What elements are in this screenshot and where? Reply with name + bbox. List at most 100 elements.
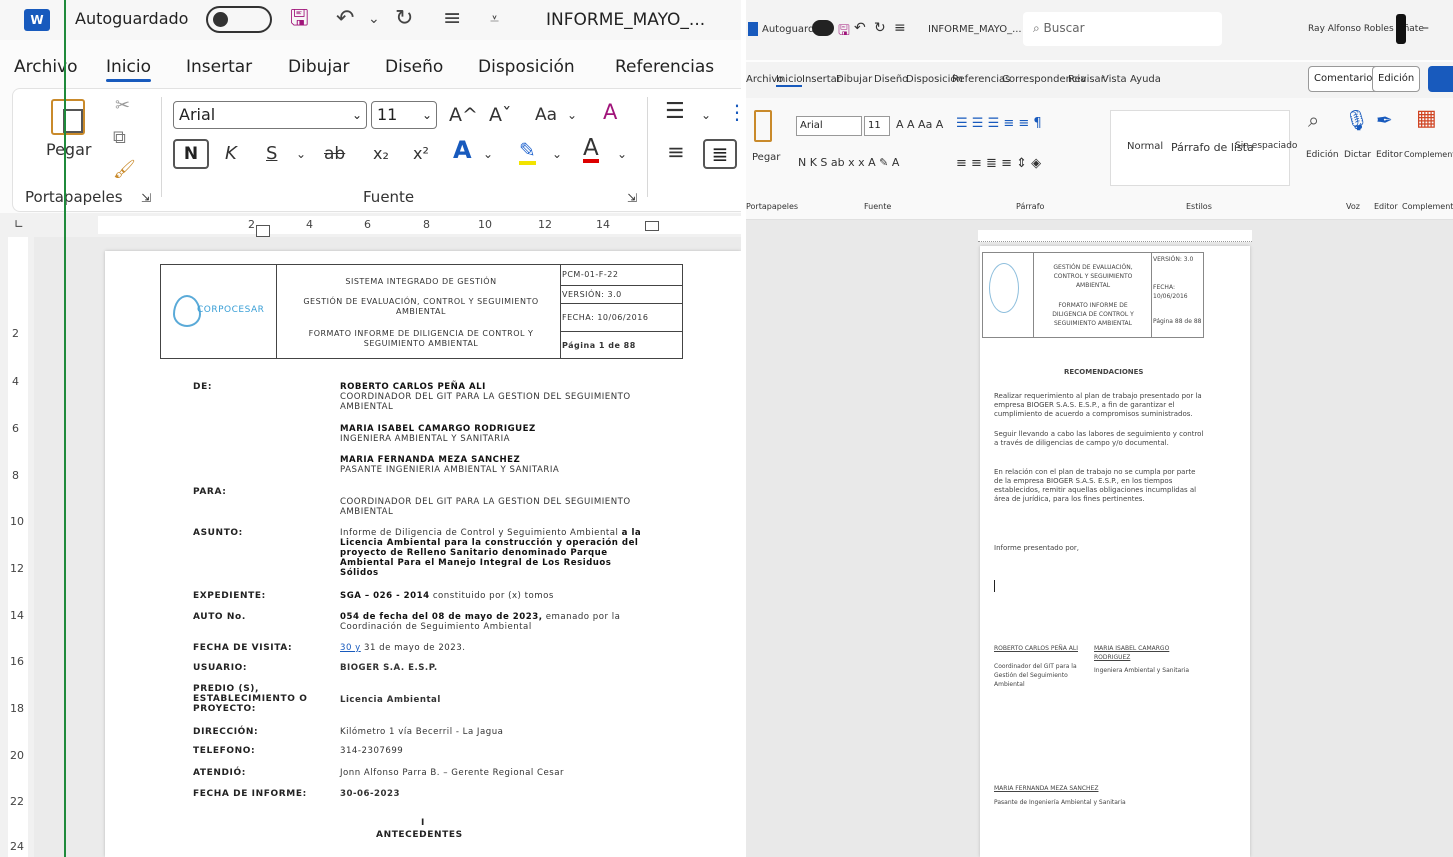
cut-icon[interactable]: ✂ [115,95,130,117]
font-color-button[interactable]: A [583,137,599,163]
paste-button[interactable]: Pegar [46,139,91,161]
align-justify-icon[interactable]: ≣ [703,139,737,169]
tab-archivo[interactable]: Archivo [14,57,78,77]
format-painter-icon[interactable]: 🖌 [113,159,136,181]
find-icon[interactable]: ⌕ [1308,108,1319,132]
chevron-down-icon[interactable]: ⌄ [422,102,432,128]
align-left-icon[interactable]: ≡ [667,141,685,163]
paragraph-format-icon[interactable]: ≡ [443,6,461,32]
right-indent-marker[interactable] [645,221,659,231]
clear-formatting-icon[interactable]: A [603,101,617,123]
signature-1-role: Coordinador del GIT para la Gestión del … [994,663,1077,688]
tab-revisar[interactable]: Revisar [1068,74,1105,85]
font-size-box[interactable]: 11 [864,116,890,136]
header-page: Página 1 de 88 [562,341,636,350]
search-box[interactable]: ⌕ Buscar [1023,12,1222,46]
autosave-toggle[interactable] [812,20,834,36]
copy-icon[interactable]: ⧉ [113,127,126,149]
chevron-down-icon[interactable]: ⌄ [701,104,711,126]
paste-icon[interactable] [51,99,85,135]
tab-vista[interactable]: Vista [1102,74,1127,85]
underline-button[interactable]: S [266,143,277,165]
superscript-button[interactable]: x² [413,143,429,165]
save-icon[interactable]: 🖫 [838,20,850,44]
character-formatting-icons[interactable]: N K S ab x x A ✎ A [798,156,899,169]
save-icon[interactable]: 🖫 [290,6,309,32]
tab-inicio[interactable]: Inicio [106,57,151,82]
chevron-down-icon[interactable]: ⌄ [352,102,362,128]
font-formatting-icons[interactable]: A A Aa A [896,118,943,131]
user-name[interactable]: Ray Alfonso Robles Oñate [1308,24,1424,34]
bold-button[interactable]: N [173,139,209,169]
autosave-toggle[interactable] [206,6,272,33]
addins-icon[interactable]: ▦ [1416,106,1437,131]
font-launcher-icon[interactable]: ⇲ [627,187,637,209]
shrink-font-icon[interactable]: Aˇ [489,104,512,126]
horizontal-ruler[interactable]: ∟ 2 4 6 8 10 12 14 [0,213,741,237]
alignment-icons[interactable]: ≡ ≡ ≣ ≡ ⇕ ◈ [956,156,1041,171]
tab-insertar[interactable]: Insertar [186,57,252,77]
chevron-down-icon[interactable]: ⌄ [483,143,493,165]
customize-toolbar-icon[interactable]: ⩡ [490,6,499,32]
font-name-box[interactable]: Arial [796,116,862,136]
user-avatar[interactable] [1396,14,1406,44]
chevron-down-icon[interactable]: ⌄ [617,143,627,165]
visita-link[interactable]: 30 y [340,643,361,653]
editor-icon[interactable]: ✒ [1376,108,1393,132]
document-title[interactable]: INFORME_MAYO_... [546,10,705,30]
document-title[interactable]: INFORME_MAYO_... [928,24,1022,35]
tab-dibujar[interactable]: Dibujar [836,74,872,85]
chevron-down-icon[interactable]: ⌄ [552,143,562,165]
undo-icon[interactable]: ↶ [336,6,354,32]
tab-disposicion[interactable]: Disposición [478,57,575,77]
strikethrough-button[interactable]: ab [324,143,345,165]
editor-tool[interactable]: Editor [1376,150,1403,160]
tab-dibujar[interactable]: Dibujar [288,57,350,77]
grow-font-icon[interactable]: A^ [449,104,478,126]
highlight-color-icon[interactable]: ✎ [519,139,536,165]
bullets-icon[interactable]: ☰ [665,101,685,123]
chevron-down-icon[interactable]: ⌄ [567,104,577,126]
share-button[interactable] [1428,66,1453,92]
tab-selector-icon[interactable]: ∟ [14,217,24,231]
tab-ayuda[interactable]: Ayuda [1130,74,1161,85]
styles-gallery[interactable]: Normal Párrafo de lista Sin espaciado [1110,110,1297,186]
word-app-icon[interactable] [748,22,758,36]
editing-tool[interactable]: Edición [1306,150,1339,160]
chevron-down-icon[interactable]: ⌄ [296,143,306,165]
undo-dropdown-icon[interactable]: ⌄ [368,6,380,32]
paragraph-format-icon[interactable]: ≡ [894,20,906,36]
redo-icon[interactable]: ↻ [874,20,886,36]
document-page-right[interactable]: GESTIÓN DE EVALUACIÓN, CONTROL Y SEGUIMI… [980,246,1250,857]
tab-diseno[interactable]: Diseño [385,57,443,77]
redo-icon[interactable]: ↻ [395,6,413,32]
tab-inicio[interactable]: Inicio [776,74,803,87]
font-name-box[interactable]: Arial ⌄ [173,101,367,129]
paste-icon[interactable] [754,110,772,142]
indent-marker[interactable] [256,225,270,237]
group-label-editor: Editor [1374,202,1398,211]
text-effects-button[interactable]: A [453,138,472,162]
dictate-tool[interactable]: Dictar [1344,150,1371,160]
field-label-para: PARA: [193,487,227,497]
subscript-button[interactable]: x₂ [373,143,389,165]
list-icons[interactable]: ☰ ☰ ☰ ≡ ≡ ¶ [956,116,1042,131]
clipboard-launcher-icon[interactable]: ⇲ [141,187,151,209]
paste-button[interactable]: Pegar [752,152,780,163]
word-app-icon[interactable]: W [24,9,50,31]
editing-button[interactable]: Edición [1372,66,1421,92]
vertical-ruler[interactable]: 2 4 6 8 10 12 14 16 18 20 22 24 [0,237,34,857]
minimize-icon[interactable]: – [1422,20,1429,36]
tab-referencias[interactable]: Referencias [615,57,714,77]
horizontal-ruler[interactable] [978,230,1252,242]
change-case-button[interactable]: Aa [535,104,557,126]
addins-tool[interactable]: Complementos [1404,150,1453,159]
tab-diseno[interactable]: Diseño [874,74,908,85]
style-no-spacing[interactable]: Sin espaciado [1235,141,1297,151]
style-normal[interactable]: Normal [1127,141,1163,152]
numbering-icon[interactable]: ⋮ [727,101,741,123]
italic-button[interactable]: K [225,143,237,165]
font-size-box[interactable]: 11 ⌄ [371,101,437,129]
microphone-icon[interactable]: 🎙 [1344,108,1369,132]
undo-icon[interactable]: ↶ [854,20,866,36]
